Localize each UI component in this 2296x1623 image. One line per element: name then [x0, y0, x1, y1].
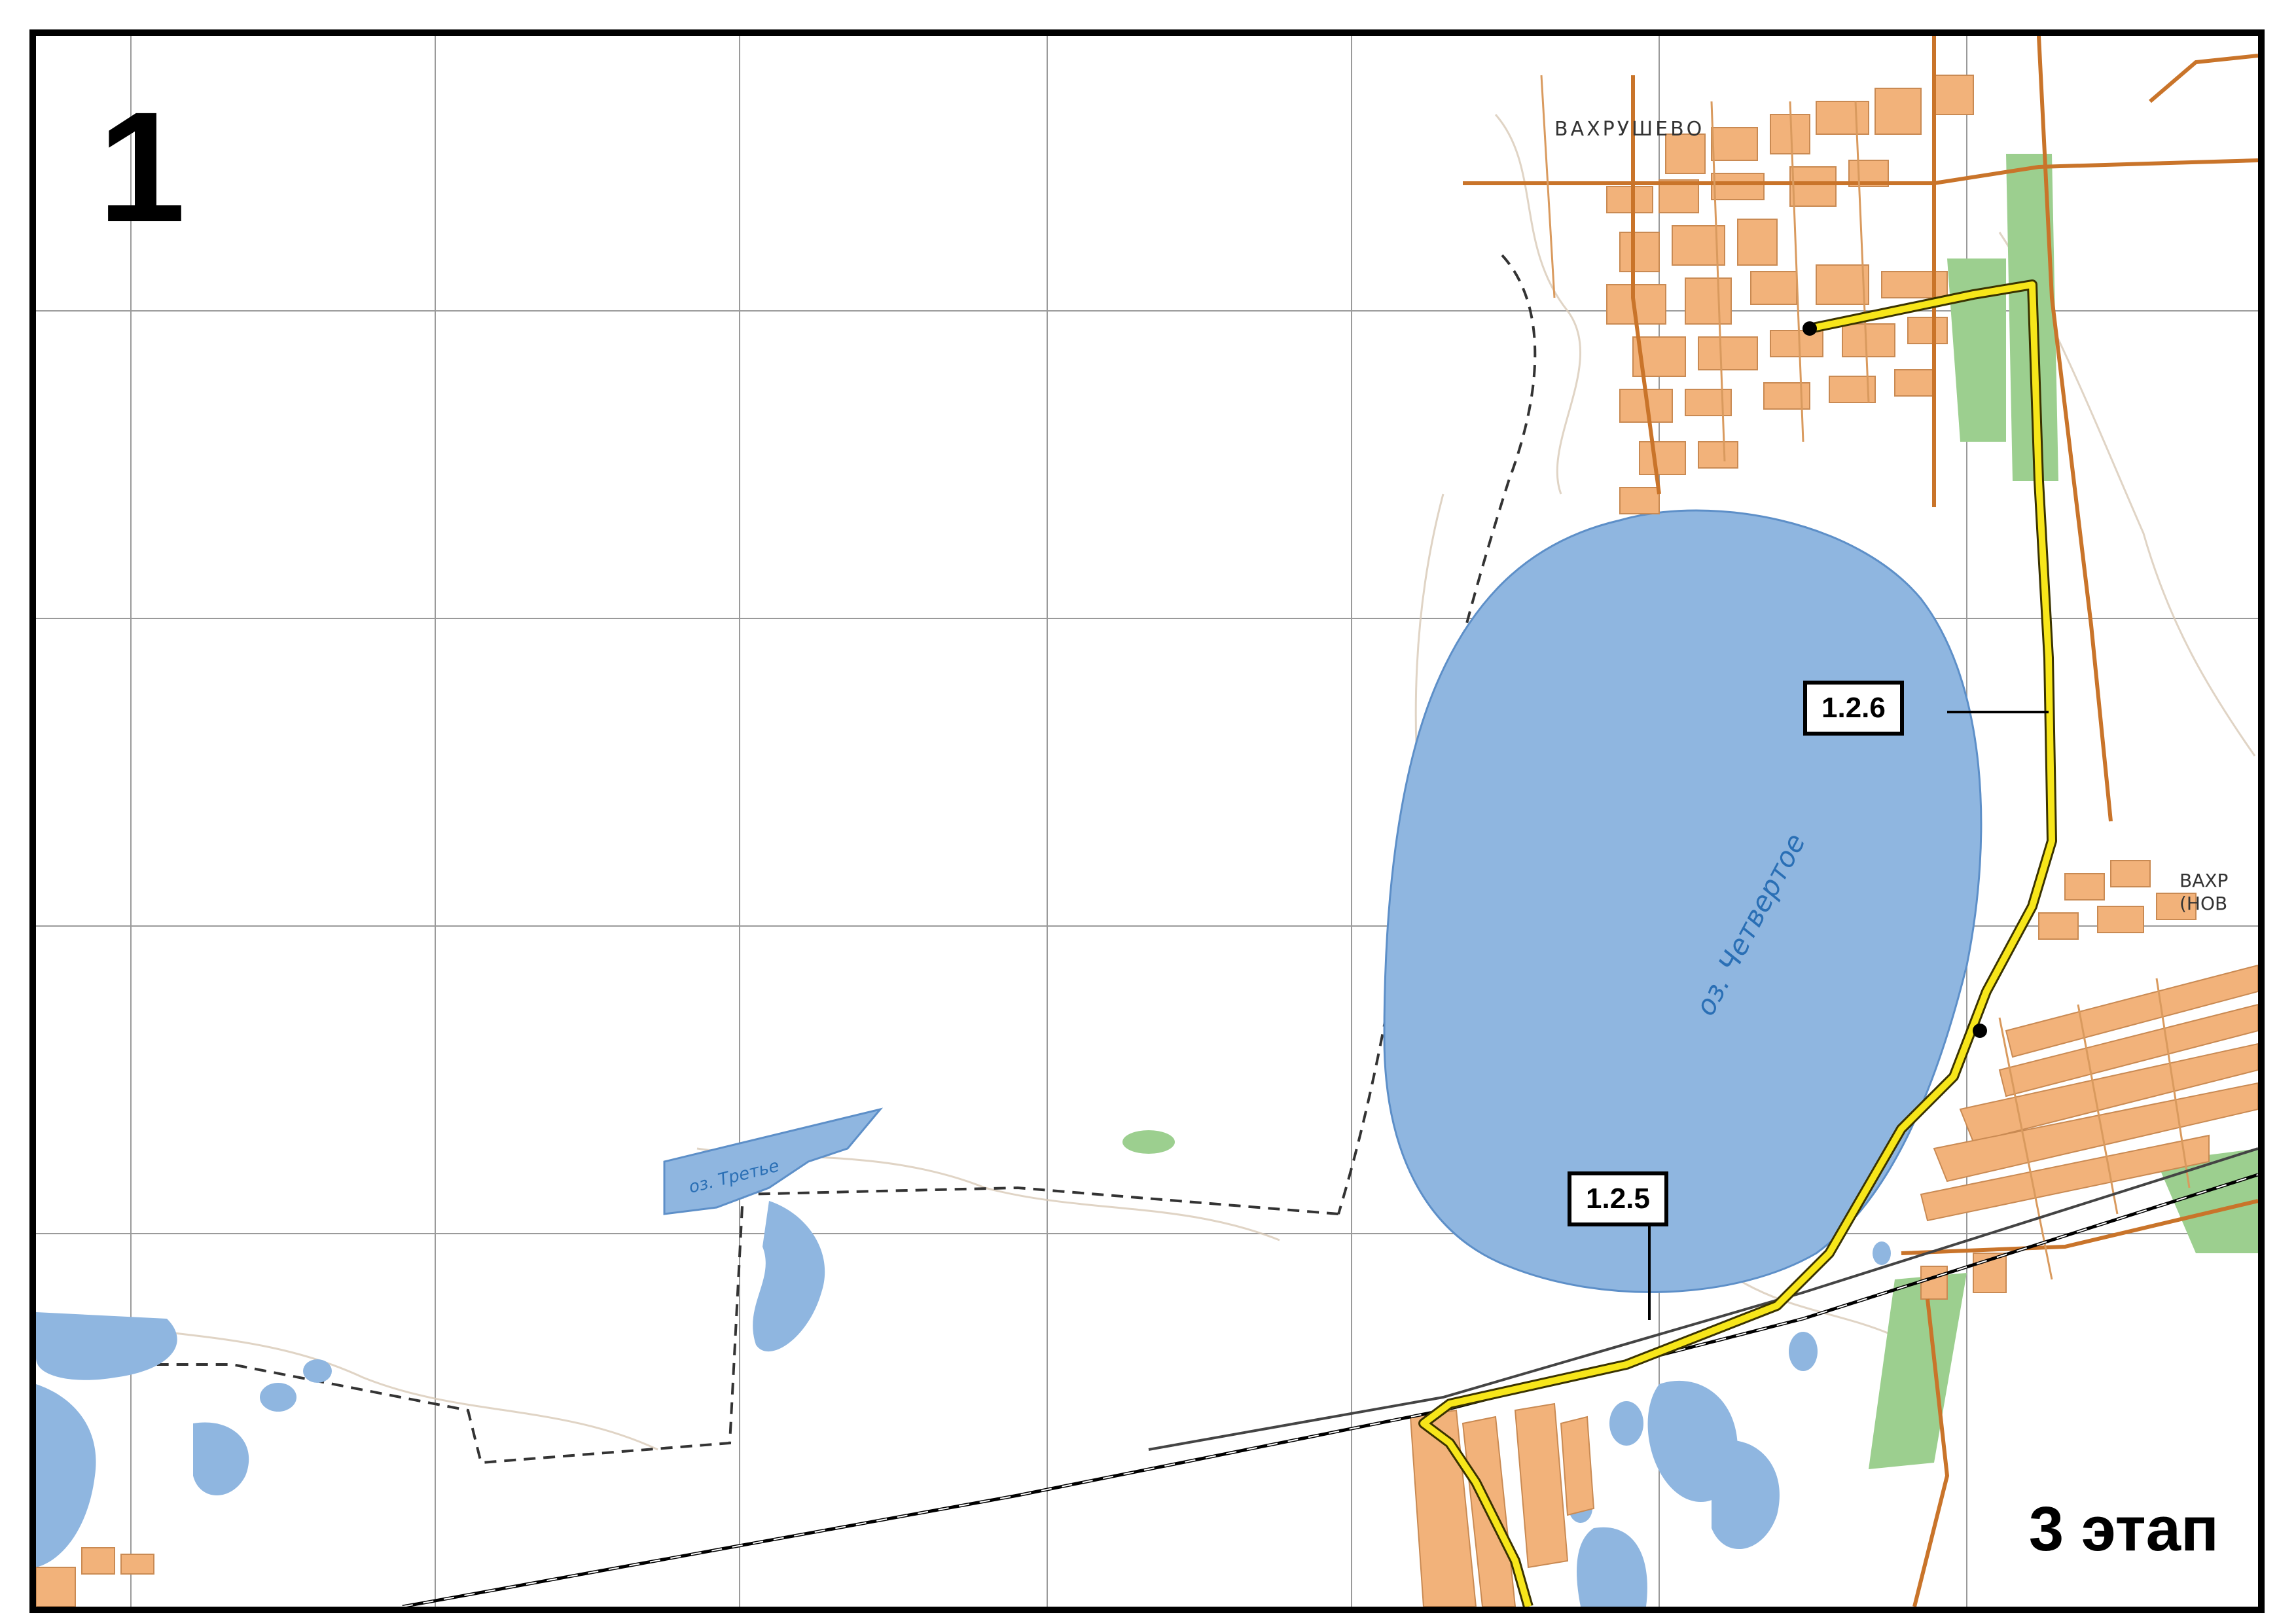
settlement-south: [36, 1402, 1595, 1607]
railway: [402, 1173, 2258, 1607]
village-east-label-2: (НОВ: [2179, 893, 2227, 914]
lake-chetvertoe: [1383, 509, 1982, 1293]
map-frame: ВАХРУШЕВО ВАХР (НОВ оз. Четвертое оз. Тр…: [29, 29, 2265, 1613]
route-callout-126: 1.2.6: [1803, 681, 1904, 736]
small-lake: [1873, 1241, 1891, 1265]
marsh-water-west: [753, 1201, 825, 1352]
stage-label: 3 этап: [2028, 1494, 2219, 1564]
small-lake: [1789, 1332, 1818, 1371]
small-lake: [36, 1312, 177, 1380]
route-point-marker: [1803, 321, 1817, 336]
small-lake: [1712, 1440, 1780, 1550]
route-point-marker: [1973, 1024, 1987, 1038]
village-label: ВАХРУШЕВО: [1554, 118, 1704, 141]
village-east-label: ВАХР: [2179, 870, 2228, 891]
sheet-number: 1: [98, 79, 186, 255]
topographic-map: ВАХРУШЕВО ВАХР (НОВ оз. Четвертое оз. Тр…: [36, 36, 2258, 1607]
small-lake: [303, 1359, 332, 1383]
small-lake: [193, 1422, 249, 1495]
small-lake: [36, 1384, 96, 1567]
small-lake: [1609, 1401, 1643, 1446]
settlement-vakhrushevo: [1606, 75, 1974, 514]
small-lake: [1577, 1527, 1647, 1607]
small-lake: [260, 1383, 296, 1412]
route-callout-125: 1.2.5: [1568, 1171, 1668, 1226]
